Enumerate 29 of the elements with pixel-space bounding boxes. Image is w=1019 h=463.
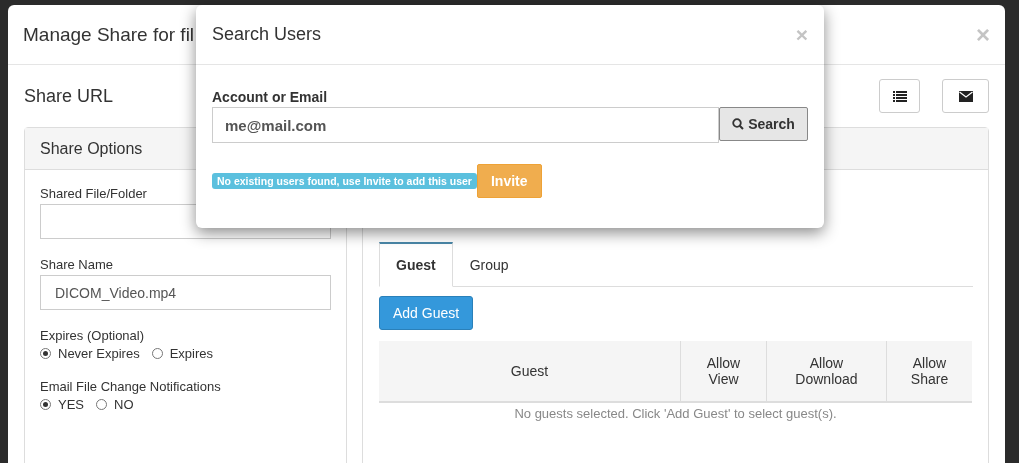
radio-label: YES xyxy=(58,397,84,412)
field-label: Account or Email xyxy=(212,89,328,105)
search-icon xyxy=(732,118,745,130)
list-icon xyxy=(892,90,907,102)
list-button[interactable] xyxy=(879,79,920,113)
radio-label: NO xyxy=(114,397,134,412)
column-header: Allow View xyxy=(680,341,766,401)
window-title: Manage Share for fil xyxy=(23,23,195,46)
field-label: Expires (Optional) xyxy=(40,328,146,343)
panel-title: Share Options xyxy=(40,139,143,158)
dialog-title: Search Users xyxy=(212,24,322,45)
radio-label: Expires xyxy=(169,346,213,361)
envelope-icon xyxy=(958,90,973,102)
radio-label: Never Expires xyxy=(58,346,140,361)
field-label: Shared File/Folder xyxy=(40,186,148,201)
account-field[interactable]: me@mail.com xyxy=(212,107,719,143)
search-button[interactable]: Search xyxy=(719,107,808,141)
text-field[interactable]: DICOM_Video.mp4 xyxy=(40,275,331,310)
column-header: Allow Share xyxy=(886,341,972,401)
empty-message: No guests selected. Click 'Add Guest' to select guest(s). xyxy=(514,406,837,421)
tab[interactable]: Group xyxy=(452,242,526,287)
share-url-label: Share URL xyxy=(24,85,114,107)
column-header: Guest xyxy=(509,362,550,381)
email-button[interactable] xyxy=(942,79,989,113)
field-label: Email File Change Notifications xyxy=(40,379,222,394)
column-header: Allow Download xyxy=(766,341,886,401)
field-label: Share Name xyxy=(40,257,114,272)
tab[interactable]: Guest xyxy=(379,242,453,287)
notice-label: No existing users found, use Invite to add this user xyxy=(212,173,477,189)
